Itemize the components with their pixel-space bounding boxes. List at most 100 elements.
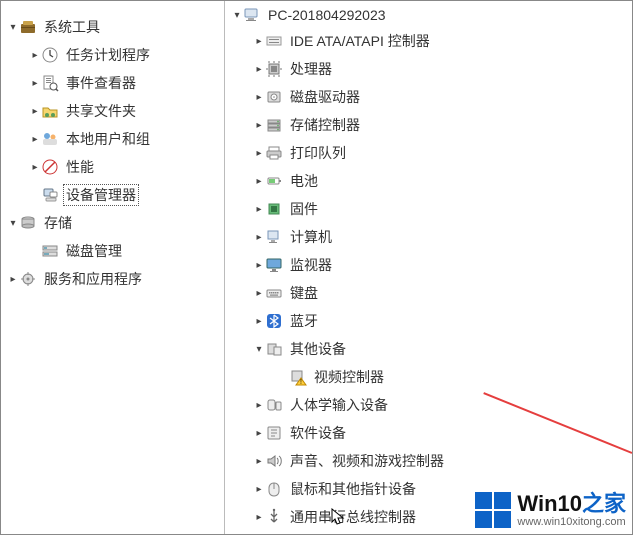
- device-label: 打印队列: [287, 142, 349, 164]
- expander-expand-icon[interactable]: ▸: [253, 201, 265, 217]
- storage-controller-icon: [265, 116, 283, 134]
- device-category-imaging[interactable]: ▾ 图像设备: [225, 531, 632, 534]
- computer-icon: [243, 6, 261, 24]
- tree-node-shared-folders[interactable]: ▸ 共享文件夹: [1, 97, 224, 125]
- device-manager-icon: [41, 186, 59, 204]
- device-category-storage-ctrl[interactable]: ▸ 存储控制器: [225, 111, 632, 139]
- storage-icon: [19, 214, 37, 232]
- device-root[interactable]: ▾ PC-201804292023: [225, 3, 632, 27]
- device-category-disk-drives[interactable]: ▸ 磁盘驱动器: [225, 83, 632, 111]
- tree-node-device-manager[interactable]: ▸ 设备管理器: [1, 181, 224, 209]
- firmware-icon: [265, 200, 283, 218]
- device-category-ide[interactable]: ▸ IDE ATA/ATAPI 控制器: [225, 27, 632, 55]
- keyboard-icon: [265, 284, 283, 302]
- device-label: IDE ATA/ATAPI 控制器: [287, 30, 433, 52]
- device-label: 通用串行总线控制器: [287, 506, 419, 528]
- expander-expand-icon[interactable]: ▸: [253, 89, 265, 105]
- bluetooth-icon: [265, 312, 283, 330]
- tree-node-system-tools[interactable]: ▾ 系统工具: [1, 13, 224, 41]
- device-label: 鼠标和其他指针设备: [287, 478, 419, 500]
- expander-expand-icon[interactable]: ▸: [7, 271, 19, 287]
- tree-label: 共享文件夹: [63, 100, 139, 122]
- device-label: 软件设备: [287, 422, 349, 444]
- other-devices-icon: [265, 340, 283, 358]
- device-category-print-queues[interactable]: ▸ 打印队列: [225, 139, 632, 167]
- device-item-video-controller[interactable]: ▸ ! 视频控制器: [225, 363, 632, 391]
- expander-expand-icon[interactable]: ▸: [253, 61, 265, 77]
- tree-label: 性能: [63, 156, 97, 178]
- device-category-firmware[interactable]: ▸ 固件: [225, 195, 632, 223]
- hid-icon: [265, 396, 283, 414]
- device-label: 视频控制器: [311, 366, 387, 388]
- users-icon: [41, 130, 59, 148]
- expander-collapse-icon[interactable]: ▾: [7, 215, 19, 231]
- mouse-icon: [265, 480, 283, 498]
- disk-management-icon: [41, 242, 59, 260]
- expander-collapse-icon[interactable]: ▾: [253, 341, 265, 357]
- device-category-monitors[interactable]: ▸ 监视器: [225, 251, 632, 279]
- expander-expand-icon[interactable]: ▸: [253, 313, 265, 329]
- expander-expand-icon[interactable]: ▸: [253, 285, 265, 301]
- tree-node-storage[interactable]: ▾ 存储: [1, 209, 224, 237]
- ide-controller-icon: [265, 32, 283, 50]
- expander-expand-icon[interactable]: ▸: [253, 453, 265, 469]
- expander-expand-icon[interactable]: ▸: [253, 173, 265, 189]
- clock-icon: [41, 46, 59, 64]
- tree-label: 系统工具: [41, 16, 103, 38]
- expander-expand-icon[interactable]: ▸: [253, 33, 265, 49]
- device-category-hid[interactable]: ▸ 人体学输入设备: [225, 391, 632, 419]
- expander-expand-icon[interactable]: ▸: [253, 229, 265, 245]
- expander-expand-icon[interactable]: ▸: [29, 103, 41, 119]
- expander-expand-icon[interactable]: ▸: [29, 131, 41, 147]
- device-label: 磁盘驱动器: [287, 86, 363, 108]
- svg-text:!: !: [300, 379, 302, 386]
- expander-collapse-icon[interactable]: ▾: [231, 7, 243, 23]
- tree-label-selected: 设备管理器: [63, 184, 139, 206]
- expander-expand-icon[interactable]: ▸: [29, 75, 41, 91]
- device-category-batteries[interactable]: ▸ 电池: [225, 167, 632, 195]
- device-category-usb[interactable]: ▸ 通用串行总线控制器: [225, 503, 632, 531]
- device-category-keyboards[interactable]: ▸ 键盘: [225, 279, 632, 307]
- device-category-software-devices[interactable]: ▸ 软件设备: [225, 419, 632, 447]
- tree-node-local-users[interactable]: ▸ 本地用户和组: [1, 125, 224, 153]
- cpu-icon: [265, 60, 283, 78]
- tree-node-task-scheduler[interactable]: ▸ 任务计划程序: [1, 41, 224, 69]
- expander-expand-icon[interactable]: ▸: [29, 47, 41, 63]
- device-label: 处理器: [287, 58, 335, 80]
- unknown-device-warning-icon: !: [289, 368, 307, 386]
- device-label: 固件: [287, 198, 321, 220]
- pc-icon: [265, 228, 283, 246]
- hdd-icon: [265, 88, 283, 106]
- services-icon: [19, 270, 37, 288]
- device-label: 键盘: [287, 282, 321, 304]
- device-category-sound-video-game[interactable]: ▸ 声音、视频和游戏控制器: [225, 447, 632, 475]
- expander-collapse-icon[interactable]: ▾: [7, 19, 19, 35]
- device-category-cpu[interactable]: ▸ 处理器: [225, 55, 632, 83]
- device-category-computer[interactable]: ▸ 计算机: [225, 223, 632, 251]
- expander-expand-icon[interactable]: ▸: [253, 481, 265, 497]
- expander-expand-icon[interactable]: ▸: [253, 145, 265, 161]
- expander-expand-icon[interactable]: ▸: [253, 509, 265, 525]
- left-tree-pane[interactable]: ▾ 系统工具 ▸ 任务计划程序 ▸ 事件查看器: [1, 1, 225, 534]
- event-log-icon: [41, 74, 59, 92]
- device-tree-pane[interactable]: ▾ PC-201804292023 ▸ IDE ATA/ATAPI 控制器 ▸ …: [225, 1, 632, 534]
- tree-node-disk-management[interactable]: ▸ 磁盘管理: [1, 237, 224, 265]
- expander-expand-icon[interactable]: ▸: [253, 257, 265, 273]
- device-label: 存储控制器: [287, 114, 363, 136]
- expander-expand-icon[interactable]: ▸: [253, 397, 265, 413]
- tree-node-services-apps[interactable]: ▸ 服务和应用程序: [1, 265, 224, 293]
- device-category-mice[interactable]: ▸ 鼠标和其他指针设备: [225, 475, 632, 503]
- tree-node-event-viewer[interactable]: ▸ 事件查看器: [1, 69, 224, 97]
- device-category-bluetooth[interactable]: ▸ 蓝牙: [225, 307, 632, 335]
- tree-label: 任务计划程序: [63, 44, 153, 66]
- device-category-other-devices[interactable]: ▾ 其他设备: [225, 335, 632, 363]
- expander-expand-icon[interactable]: ▸: [253, 425, 265, 441]
- sound-icon: [265, 452, 283, 470]
- toolbox-icon: [19, 18, 37, 36]
- battery-icon: [265, 172, 283, 190]
- tree-node-performance[interactable]: ▸ 性能: [1, 153, 224, 181]
- tree-label: 本地用户和组: [63, 128, 153, 150]
- mmc-window: ▾ 系统工具 ▸ 任务计划程序 ▸ 事件查看器: [0, 0, 633, 535]
- expander-expand-icon[interactable]: ▸: [253, 117, 265, 133]
- expander-expand-icon[interactable]: ▸: [29, 159, 41, 175]
